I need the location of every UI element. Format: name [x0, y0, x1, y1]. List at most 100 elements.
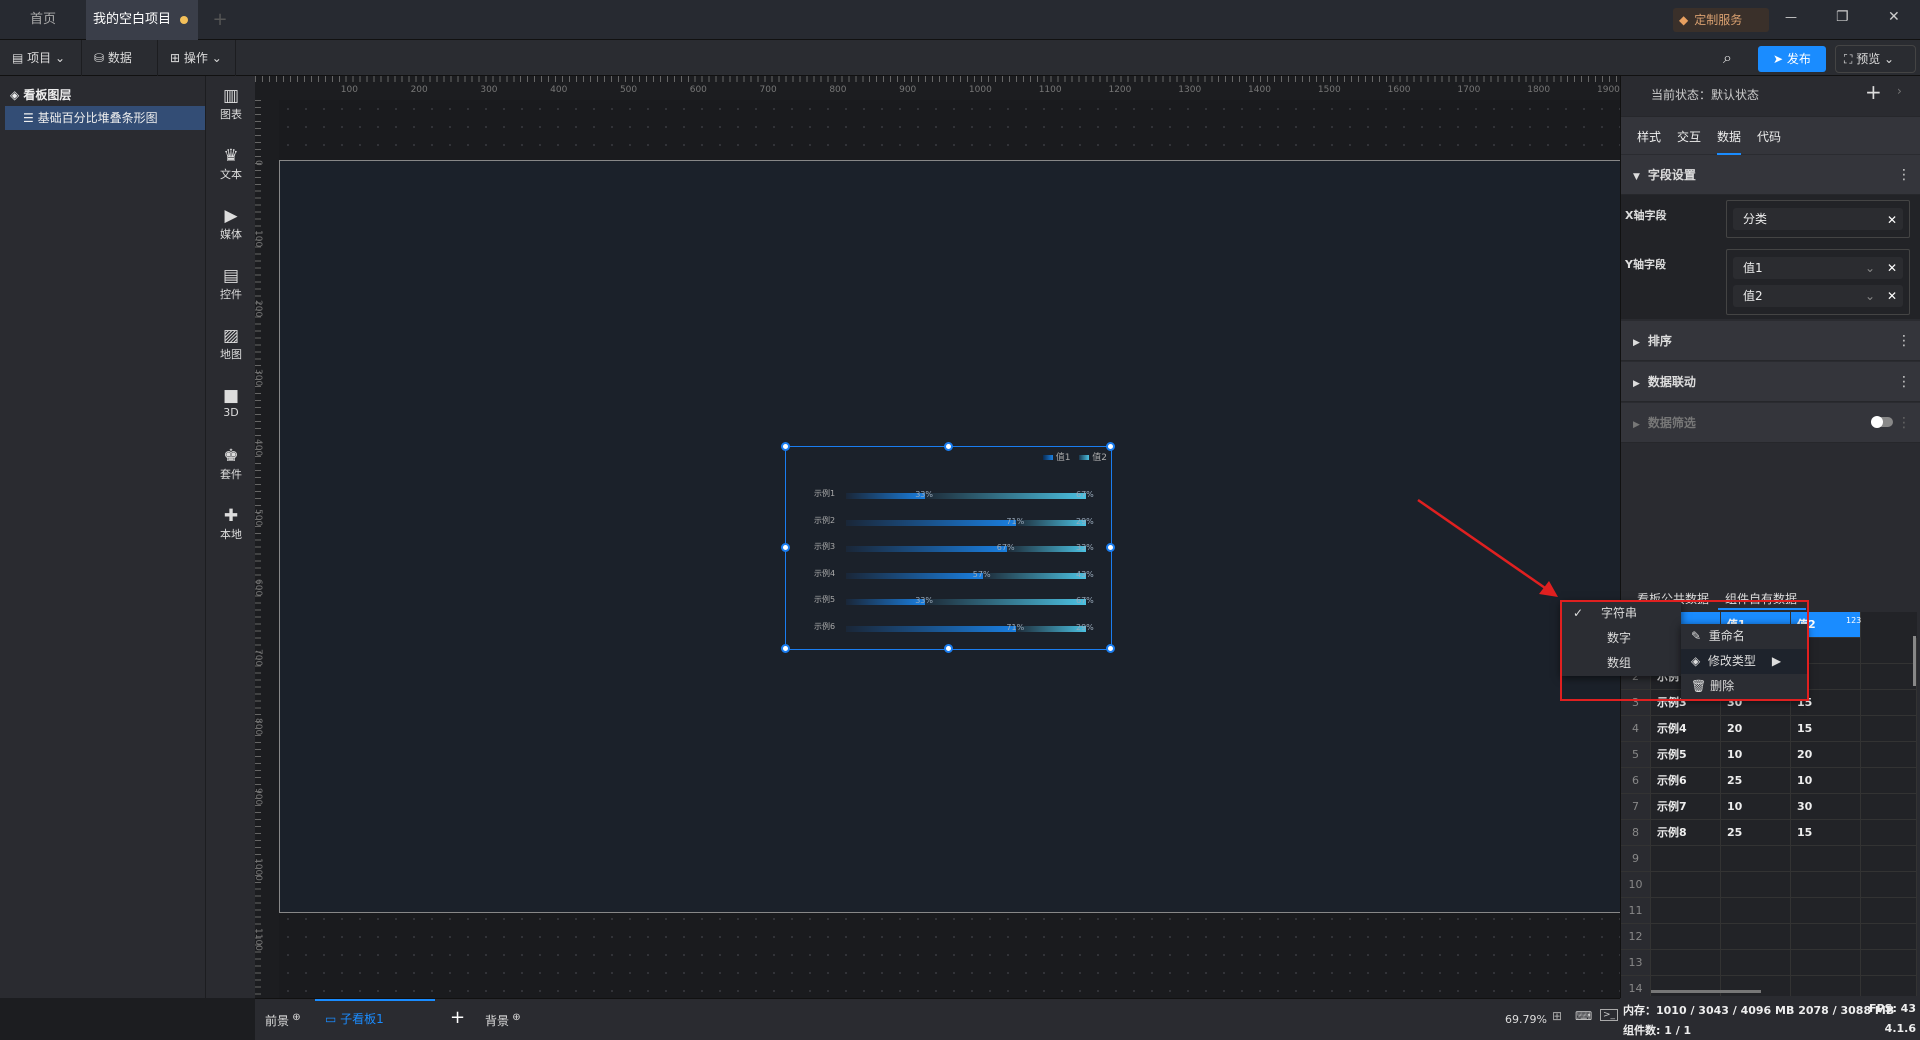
table-cell[interactable]: 25: [1721, 820, 1791, 846]
tab-project[interactable]: 我的空白项目: [86, 0, 198, 40]
linkage-header[interactable]: ▶ 数据联动 ⋮: [1621, 362, 1920, 402]
zoom-level[interactable]: 69.79%: [1505, 1013, 1547, 1026]
resize-handle[interactable]: [1106, 543, 1115, 552]
y-axis-field-2[interactable]: 值2 ⌄ ✕: [1733, 285, 1903, 307]
resize-handle[interactable]: [781, 442, 790, 451]
ruler-top[interactable]: 100 200 300 400 500 600 700 800 900 1000 1100 1200 1…: [255, 76, 1620, 100]
table-hscrollbar[interactable]: [1651, 990, 1761, 993]
table-cell[interactable]: 10: [1791, 768, 1861, 794]
table-cell[interactable]: [1861, 794, 1917, 820]
percent-stacked-bar-chart-widget[interactable]: 值1 值2 示例1 33% 67% 示例2 71% 29% 示例3 67% 33% 示例4 57% 4…: [781, 442, 1115, 653]
preview-button[interactable]: ⛶ 预览 ⌄: [1835, 45, 1916, 73]
restore-button[interactable]: ❐: [1836, 9, 1849, 25]
table-cell[interactable]: [1721, 950, 1791, 976]
tab-0[interactable]: 样式: [1637, 128, 1661, 145]
table-cell[interactable]: [1861, 690, 1917, 716]
table-cell[interactable]: [1861, 846, 1917, 872]
component-text[interactable]: ♛ 文本: [206, 146, 256, 182]
custom-service-button[interactable]: ◆ 定制服务: [1673, 8, 1769, 32]
board-tab-active[interactable]: ▭ 子看板1: [315, 999, 435, 1039]
table-cell[interactable]: 示例7: [1651, 794, 1721, 820]
component-puzzle[interactable]: ✚ 本地: [206, 506, 256, 542]
table-cell[interactable]: 10: [1721, 742, 1791, 768]
add-circle-icon[interactable]: ⊕: [289, 1012, 300, 1023]
more-icon[interactable]: ⋮: [1897, 403, 1911, 443]
x-axis-field[interactable]: 分类 ✕: [1733, 208, 1903, 230]
new-tab-button[interactable]: +: [205, 0, 235, 40]
table-cell[interactable]: [1651, 872, 1721, 898]
table-cell[interactable]: 20: [1791, 742, 1861, 768]
search-icon[interactable]: ⌕: [1723, 48, 1732, 68]
table-cell[interactable]: [1651, 898, 1721, 924]
table-cell[interactable]: [1721, 924, 1791, 950]
chevron-down-icon[interactable]: ⌄: [1865, 257, 1875, 279]
table-cell[interactable]: [1791, 846, 1861, 872]
resize-handle[interactable]: [1106, 442, 1115, 451]
resize-handle[interactable]: [1106, 644, 1115, 653]
table-cell[interactable]: [1861, 638, 1917, 664]
table-cell[interactable]: [1861, 742, 1917, 768]
filter-toggle[interactable]: [1871, 416, 1893, 428]
table-cell[interactable]: [1651, 846, 1721, 872]
table-cell[interactable]: [1721, 872, 1791, 898]
menu-project[interactable]: ▤ 项目 ⌄: [0, 40, 82, 76]
table-cell[interactable]: 示例5: [1651, 742, 1721, 768]
table-cell[interactable]: [1791, 950, 1861, 976]
field-settings-header[interactable]: ▼ 字段设置 ⋮: [1621, 155, 1920, 195]
table-cell[interactable]: [1791, 976, 1861, 996]
table-cell[interactable]: [1861, 664, 1917, 690]
component-cube[interactable]: ■ 3D: [206, 386, 256, 419]
table-cell[interactable]: [1861, 924, 1917, 950]
remove-icon[interactable]: ✕: [1887, 285, 1897, 307]
table-cell[interactable]: [1721, 898, 1791, 924]
table-cell[interactable]: 10: [1721, 794, 1791, 820]
resize-handle[interactable]: [943, 644, 953, 653]
fit-screen-icon[interactable]: ⊞: [1552, 1009, 1562, 1023]
table-cell[interactable]: [1861, 950, 1917, 976]
table-cell[interactable]: [1791, 872, 1861, 898]
table-cell[interactable]: [1861, 716, 1917, 742]
table-cell[interactable]: [1651, 950, 1721, 976]
resize-handle[interactable]: [781, 543, 790, 552]
tab-home[interactable]: 首页: [0, 0, 86, 40]
table-cell[interactable]: 示例6: [1651, 768, 1721, 794]
component-map[interactable]: ▨ 地图: [206, 326, 256, 362]
table-cell[interactable]: 30: [1791, 794, 1861, 820]
ruler-left[interactable]: 0 100 200 300 400 500 600 700 800 900 1000 1100: [253, 100, 279, 998]
tab-3[interactable]: 代码: [1757, 128, 1781, 145]
tab-1[interactable]: 交互: [1677, 128, 1701, 145]
add-board-button[interactable]: +: [450, 1007, 465, 1028]
resize-handle[interactable]: [943, 442, 953, 451]
table-cell[interactable]: 示例4: [1651, 716, 1721, 742]
more-icon[interactable]: ⋮: [1897, 362, 1911, 402]
table-cell[interactable]: [1861, 976, 1917, 996]
minimize-button[interactable]: —: [1785, 10, 1797, 24]
table-cell[interactable]: 15: [1791, 820, 1861, 846]
menu-data[interactable]: ⛁ 数据 ⌄: [82, 40, 158, 101]
table-scrollbar[interactable]: [1913, 636, 1916, 686]
table-cell[interactable]: [1861, 872, 1917, 898]
table-cell[interactable]: 25: [1721, 768, 1791, 794]
add-state-button[interactable]: +: [1865, 80, 1882, 104]
background-tab[interactable]: 背景 ⊕: [485, 1012, 521, 1029]
more-icon[interactable]: ⋮: [1897, 321, 1911, 361]
chevron-right-icon[interactable]: ›: [1897, 84, 1902, 98]
remove-icon[interactable]: ✕: [1887, 257, 1897, 279]
table-cell[interactable]: 20: [1721, 716, 1791, 742]
table-cell[interactable]: [1721, 976, 1791, 996]
component-chart[interactable]: ▥ 图表: [206, 86, 256, 122]
sort-header[interactable]: ▶ 排序 ⋮: [1621, 321, 1920, 361]
table-cell[interactable]: [1651, 924, 1721, 950]
close-button[interactable]: ✕: [1888, 9, 1900, 25]
table-cell[interactable]: [1721, 846, 1791, 872]
y-axis-field-1[interactable]: 值1 ⌄ ✕: [1733, 257, 1903, 279]
table-cell[interactable]: [1651, 976, 1721, 996]
remove-icon[interactable]: ✕: [1887, 209, 1897, 231]
layer-item[interactable]: ☰ 基础百分比堆叠条形图: [5, 106, 205, 130]
table-cell[interactable]: [1861, 820, 1917, 846]
keyboard-icon[interactable]: ⌨: [1575, 1009, 1592, 1023]
more-icon[interactable]: ⋮: [1897, 155, 1911, 195]
component-media[interactable]: ▶ 媒体: [206, 206, 256, 242]
table-cell[interactable]: [1861, 898, 1917, 924]
filter-header[interactable]: ▶ 数据筛选 ⋮: [1621, 403, 1920, 443]
